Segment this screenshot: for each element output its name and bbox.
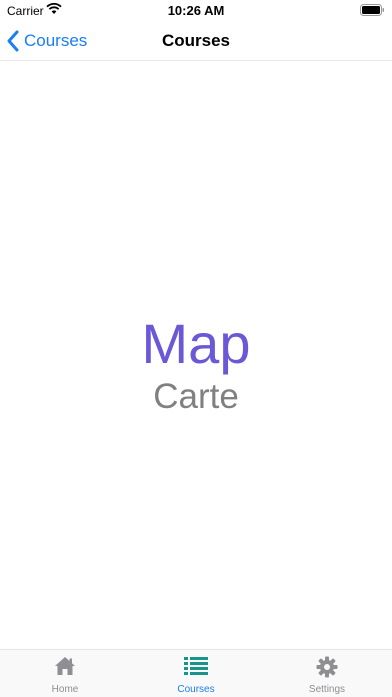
tab-courses[interactable]: Courses — [131, 650, 261, 697]
status-time: 10:26 AM — [167, 3, 225, 18]
house-icon — [55, 657, 75, 675]
status-bar: Carrier 10:26 AM — [0, 0, 392, 22]
flashcard-translation: Carte — [153, 377, 239, 416]
tab-home-label: Home — [51, 684, 79, 695]
tab-settings-label: Settings — [308, 684, 346, 695]
battery-icon — [360, 4, 384, 16]
tab-courses-label: Courses — [177, 684, 215, 695]
page-title: Courses — [161, 31, 231, 50]
tab-settings[interactable]: Settings — [262, 650, 392, 697]
tab-bar: Home Courses Settings — [0, 649, 392, 697]
navigation-bar: Courses Courses — [0, 22, 392, 61]
list-icon — [184, 657, 208, 675]
flashcard-word: Map — [141, 312, 251, 375]
flashcard[interactable]: Map Carte — [0, 61, 392, 649]
tab-home[interactable]: Home — [0, 650, 130, 697]
gear-icon — [316, 656, 338, 678]
